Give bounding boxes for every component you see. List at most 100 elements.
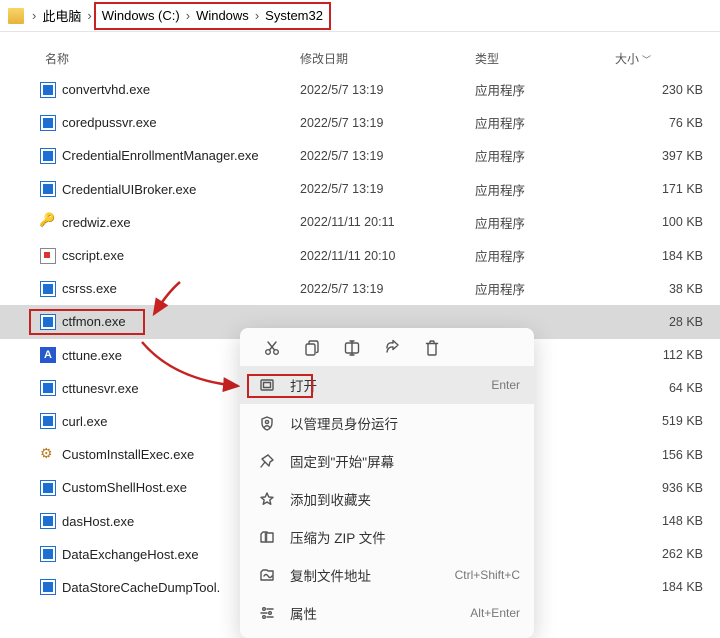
cleartype-icon: A <box>40 347 56 363</box>
menu-item-props[interactable]: 属性Alt+Enter <box>240 594 534 632</box>
breadcrumb-folder-icon <box>4 2 30 30</box>
file-size: 397 KB <box>615 149 703 163</box>
file-size: 184 KB <box>615 249 703 263</box>
file-type: 应用程序 <box>475 180 615 199</box>
file-name: convertvhd.exe <box>62 82 150 97</box>
file-name: cttunesvr.exe <box>62 381 139 396</box>
menu-label: 压缩为 ZIP 文件 <box>290 527 506 547</box>
file-date: 2022/11/11 20:10 <box>300 249 475 263</box>
col-header-size[interactable]: 大小﹀ <box>615 50 715 67</box>
file-size: 171 KB <box>615 182 703 196</box>
file-name: coredpussvr.exe <box>62 115 157 130</box>
menu-item-zip[interactable]: 压缩为 ZIP 文件 <box>240 518 534 556</box>
file-date: 2022/5/7 13:19 <box>300 149 475 163</box>
file-row[interactable]: CredentialUIBroker.exe 2022/5/7 13:19应用程序… <box>0 173 720 206</box>
gear-icon <box>40 447 56 463</box>
star-icon <box>258 490 276 508</box>
file-date: 2022/5/7 13:19 <box>300 116 475 130</box>
file-name: CredentialUIBroker.exe <box>62 182 196 197</box>
context-menu: 打开 Enter 以管理员身份运行固定到"开始"屏幕添加到收藏夹压缩为 ZIP 文件… <box>240 328 534 638</box>
breadcrumb: › 此电脑 › Windows (C:) › Windows › System3… <box>0 0 720 32</box>
file-row[interactable]: csrss.exe2022/5/7 13:19应用程序38 KB <box>0 272 720 305</box>
menu-accelerator: Alt+Enter <box>470 606 520 620</box>
menu-accelerator: Enter <box>491 378 520 392</box>
cut-icon[interactable] <box>262 338 282 358</box>
file-size: 156 KB <box>615 448 703 462</box>
menu-accelerator: Ctrl+Shift+C <box>455 568 520 582</box>
chevron-right-icon: › <box>253 8 261 23</box>
share-icon[interactable] <box>382 338 402 358</box>
app-icon <box>40 281 56 297</box>
menu-label: 复制文件地址 <box>290 565 441 585</box>
file-type: 应用程序 <box>475 213 615 232</box>
delete-icon[interactable] <box>422 338 442 358</box>
menu-label: 固定到"开始"屏幕 <box>290 451 506 471</box>
chevron-right-icon: › <box>85 8 93 23</box>
menu-item-copypath[interactable]: 复制文件地址 Ctrl+Shift+C <box>240 556 534 594</box>
script-icon <box>40 248 56 264</box>
menu-item-pin[interactable]: 固定到"开始"屏幕 <box>240 442 534 480</box>
file-name: CustomInstallExec.exe <box>62 447 194 462</box>
file-name: DataStoreCacheDumpTool. <box>62 580 220 595</box>
file-size: 148 KB <box>615 514 703 528</box>
file-size: 262 KB <box>615 547 703 561</box>
file-type: 应用程序 <box>475 146 615 165</box>
file-size: 100 KB <box>615 215 703 229</box>
app-icon <box>40 380 56 396</box>
file-row[interactable]: convertvhd.exe2022/5/7 13:19应用程序230 KB <box>0 73 720 106</box>
file-name: ctfmon.exe <box>62 314 126 329</box>
file-size: 112 KB <box>615 348 703 362</box>
file-row[interactable]: CredentialEnrollmentManager.exe 2022/5/7 … <box>0 139 720 172</box>
chevron-right-icon: › <box>30 8 38 23</box>
file-name: csrss.exe <box>62 281 117 296</box>
breadcrumb-root[interactable]: 此电脑 <box>38 2 85 30</box>
col-header-type[interactable]: 类型 <box>475 50 615 67</box>
file-size: 519 KB <box>615 414 703 428</box>
file-size: 184 KB <box>615 580 703 594</box>
context-menu-toolbar <box>240 328 534 366</box>
menu-label: 添加到收藏夹 <box>290 489 506 509</box>
file-type: 应用程序 <box>475 246 615 265</box>
file-date: 2022/11/11 20:11 <box>300 215 475 229</box>
file-size: 28 KB <box>615 315 703 329</box>
file-name: CredentialEnrollmentManager.exe <box>62 148 259 163</box>
menu-item-admin[interactable]: 以管理员身份运行 <box>240 404 534 442</box>
menu-label: 打开 <box>290 375 477 395</box>
props-icon <box>258 604 276 622</box>
copypath-icon <box>258 566 276 584</box>
col-header-name[interactable]: 名称 <box>0 50 300 67</box>
file-date: 2022/5/7 13:19 <box>300 83 475 97</box>
file-date: 2022/5/7 13:19 <box>300 282 475 296</box>
file-name: credwiz.exe <box>62 215 131 230</box>
breadcrumb-windows[interactable]: Windows <box>192 2 253 30</box>
open-icon <box>258 376 276 394</box>
file-size: 38 KB <box>615 282 703 296</box>
menu-item-star[interactable]: 添加到收藏夹 <box>240 480 534 518</box>
chevron-right-icon: › <box>184 8 192 23</box>
breadcrumb-highlight: Windows (C:) › Windows › System32 <box>94 2 331 30</box>
file-row[interactable]: coredpussvr.exe2022/5/7 13:19应用程序76 KB <box>0 106 720 139</box>
app-icon <box>40 413 56 429</box>
key-icon <box>40 214 56 230</box>
copy-icon[interactable] <box>302 338 322 358</box>
app-icon <box>40 181 56 197</box>
rename-icon[interactable] <box>342 338 362 358</box>
zip-icon <box>258 528 276 546</box>
file-row[interactable]: credwiz.exe 2022/11/11 20:11应用程序100 KB <box>0 206 720 239</box>
breadcrumb-system32[interactable]: System32 <box>261 2 327 30</box>
app-icon <box>40 82 56 98</box>
admin-icon <box>258 414 276 432</box>
file-type: 应用程序 <box>475 113 615 132</box>
file-name: curl.exe <box>62 414 108 429</box>
menu-item-open[interactable]: 打开 Enter <box>240 366 534 404</box>
file-size: 936 KB <box>615 481 703 495</box>
column-headers: 名称 修改日期 类型 大小﹀ <box>0 38 720 73</box>
col-header-date[interactable]: 修改日期 <box>300 50 475 67</box>
breadcrumb-c-drive[interactable]: Windows (C:) <box>98 2 184 30</box>
file-name: cscript.exe <box>62 248 124 263</box>
file-row[interactable]: cscript.exe 2022/11/11 20:10应用程序184 KB <box>0 239 720 272</box>
app-icon <box>40 148 56 164</box>
file-date: 2022/5/7 13:19 <box>300 182 475 196</box>
file-type: 应用程序 <box>475 80 615 99</box>
file-name: dasHost.exe <box>62 514 134 529</box>
